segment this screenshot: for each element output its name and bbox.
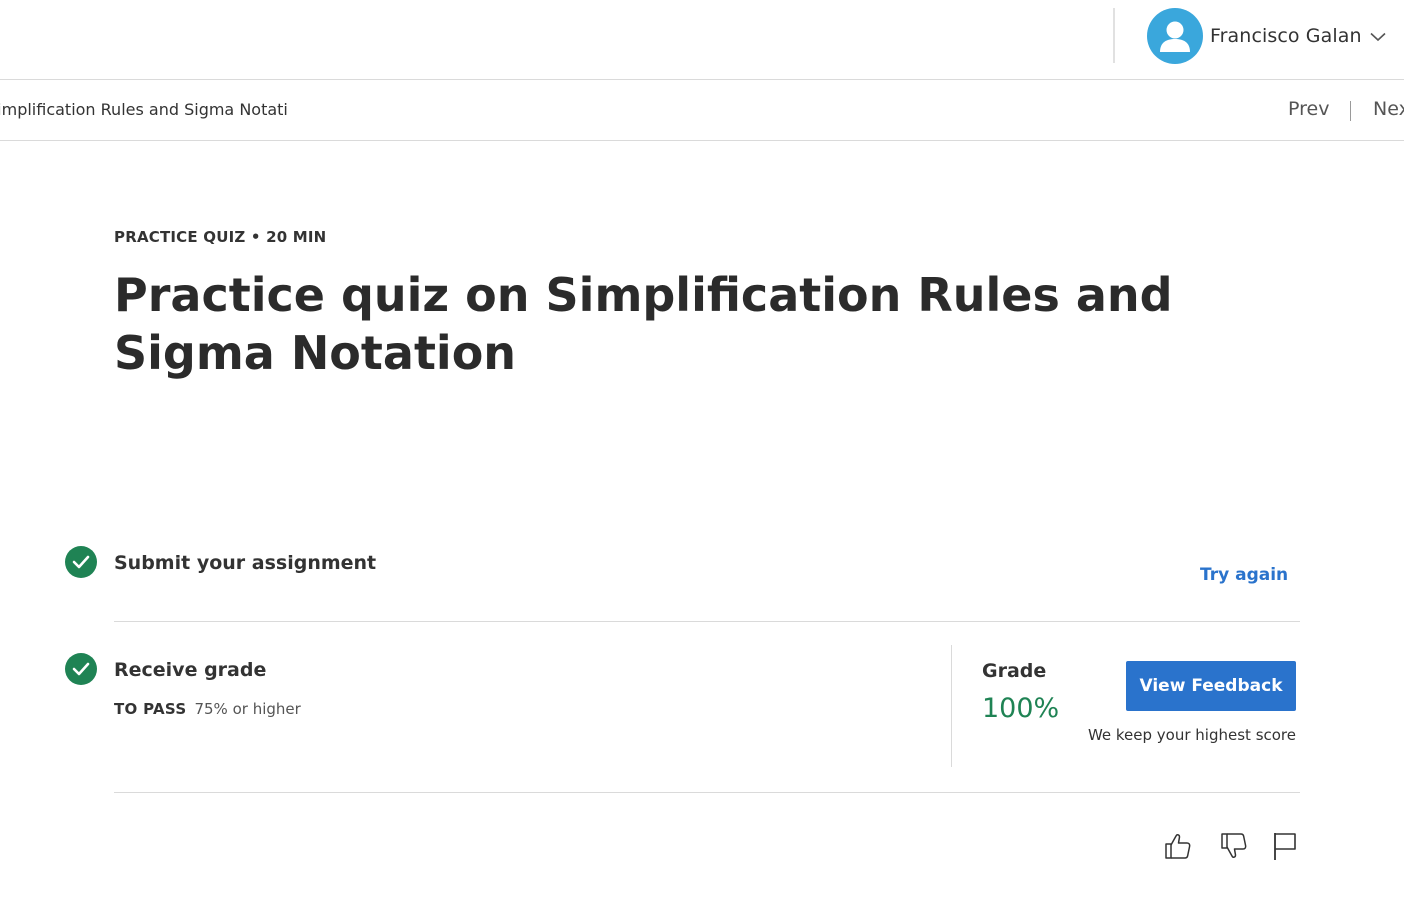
- quiz-eyebrow: PRACTICE QUIZ • 20 MIN: [114, 228, 327, 246]
- divider: [114, 621, 1300, 622]
- highest-score-note: We keep your highest score: [1087, 726, 1296, 744]
- next-link[interactable]: Next: [1373, 98, 1404, 120]
- view-feedback-button[interactable]: View Feedback: [1126, 661, 1296, 711]
- top-header: Francisco Galan: [0, 0, 1404, 80]
- divider: [114, 792, 1300, 793]
- to-pass-label: TO PASS: [114, 700, 187, 718]
- grade-value: 100%: [982, 693, 1060, 724]
- to-pass-value: 75% or higher: [194, 700, 301, 718]
- lesson-nav-bar: Simplification Rules and Sigma Notati Pr…: [0, 80, 1404, 141]
- quiz-page: Francisco Galan Simplification Rules and…: [0, 0, 1404, 911]
- chevron-down-icon[interactable]: [1370, 27, 1386, 46]
- try-again-link[interactable]: Try again: [1200, 565, 1288, 585]
- grade-label: Grade: [982, 660, 1047, 682]
- check-circle-icon: [65, 653, 97, 685]
- nav-separator: [1350, 101, 1351, 121]
- user-menu[interactable]: Francisco Galan: [1147, 7, 1386, 64]
- thumbs-up-icon[interactable]: [1162, 830, 1194, 862]
- grade-step-title: Receive grade: [114, 659, 267, 681]
- submit-step-title: Submit your assignment: [114, 552, 377, 574]
- user-avatar-icon: [1147, 7, 1203, 64]
- check-circle-icon: [65, 546, 97, 578]
- pass-requirement: TO PASS 75% or higher: [114, 700, 301, 718]
- user-name: Francisco Galan: [1210, 24, 1362, 47]
- breadcrumb[interactable]: Simplification Rules and Sigma Notati: [0, 100, 288, 119]
- header-divider: [1113, 8, 1115, 63]
- thumbs-down-icon[interactable]: [1218, 830, 1250, 862]
- flag-icon[interactable]: [1270, 830, 1302, 862]
- grade-divider: [951, 645, 952, 767]
- page-title: Practice quiz on Simplification Rules an…: [114, 268, 1173, 380]
- prev-link[interactable]: Prev: [1288, 98, 1329, 120]
